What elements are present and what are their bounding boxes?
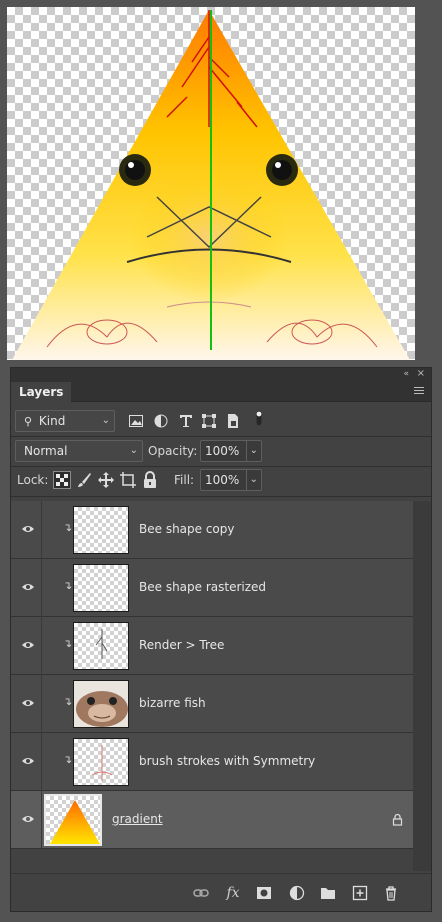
panel-tab-row: Layers (11, 382, 431, 402)
layer-row[interactable]: ↴ Render > Tree (11, 617, 413, 675)
clipping-arrow-icon: ↴ (63, 637, 73, 650)
clipping-arrow-icon: ↴ (63, 695, 73, 708)
eye-icon[interactable] (21, 640, 35, 650)
opacity-value: 100% (205, 444, 240, 458)
new-layer-icon[interactable] (352, 885, 368, 901)
blend-mode-value: Normal (24, 444, 68, 458)
canvas-artwork (12, 10, 410, 360)
clipping-arrow-icon: ↴ (63, 579, 73, 592)
layers-footer: fx (11, 873, 431, 911)
blend-mode-select[interactable]: Normal ⌄ (15, 440, 143, 462)
layer-name[interactable]: Render > Tree (139, 638, 224, 652)
eye-icon[interactable] (21, 756, 35, 766)
clipping-arrow-icon: ↴ (63, 753, 73, 766)
document-canvas[interactable] (7, 7, 415, 360)
collapse-panel-icon[interactable]: « (403, 369, 409, 379)
new-group-icon[interactable] (320, 885, 336, 901)
lock-artboard-icon[interactable] (119, 471, 137, 489)
divider (11, 466, 431, 467)
lock-position-icon[interactable] (97, 471, 115, 489)
fill-label: Fill: (174, 473, 195, 487)
eye-icon[interactable] (21, 814, 35, 824)
eye-icon[interactable] (21, 524, 35, 534)
layer-row[interactable]: ↴ Bee shape rasterized (11, 559, 413, 617)
eye-icon[interactable] (21, 698, 35, 708)
divider (11, 436, 431, 437)
adjustment-layer-icon[interactable] (289, 885, 305, 901)
layer-row[interactable]: ↴ Bee shape copy (11, 501, 413, 559)
layer-name[interactable]: bizarre fish (139, 696, 206, 710)
fill-value: 100% (205, 473, 240, 487)
kind-filter-label: Kind (38, 414, 66, 428)
kind-filter-select[interactable]: ⚲ Kind ⌄ (15, 410, 115, 432)
chevron-down-icon: ⌄ (129, 445, 138, 456)
filter-toggle-icon[interactable] (251, 410, 267, 426)
layer-name[interactable]: brush strokes with Symmetry (139, 754, 315, 768)
layer-name[interactable]: Bee shape copy (139, 522, 235, 536)
fx-icon[interactable]: fx (225, 885, 241, 901)
layer-thumbnail[interactable] (73, 680, 129, 728)
adjustment-filter-icon[interactable] (153, 413, 169, 429)
layer-row[interactable]: ↴ brush strokes with Symmetry (11, 733, 413, 791)
add-mask-icon[interactable] (256, 885, 272, 901)
layers-panel: « × Layers ⚲ Kind ⌄ Normal ⌄ Opacity: 10… (10, 367, 432, 912)
tab-layers[interactable]: Layers (11, 382, 72, 402)
fill-field[interactable]: 100% ⌄ (200, 469, 262, 491)
opacity-label: Opacity: (148, 444, 198, 458)
lock-label: Lock: (17, 473, 49, 487)
chevron-down-icon: ⌄ (101, 415, 110, 426)
opacity-field[interactable]: 100% ⌄ (200, 440, 262, 462)
shape-filter-icon[interactable] (201, 413, 217, 429)
layer-name[interactable]: gradient (112, 812, 163, 826)
link-layers-icon[interactable] (193, 885, 209, 901)
lock-row: Lock: Fill: 100% ⌄ (11, 469, 431, 493)
divider (11, 496, 431, 497)
layer-thumbnail[interactable] (73, 564, 129, 612)
lock-all-icon[interactable] (141, 471, 159, 489)
layer-locked-icon (392, 813, 403, 826)
eye-icon[interactable] (21, 582, 35, 592)
image-filter-icon[interactable] (128, 413, 144, 429)
layer-thumbnail[interactable] (73, 622, 129, 670)
search-icon: ⚲ (24, 415, 33, 428)
close-panel-icon[interactable]: × (417, 368, 425, 379)
layer-row-selected[interactable]: gradient (11, 791, 413, 849)
chevron-down-icon[interactable]: ⌄ (245, 470, 258, 490)
chevron-down-icon[interactable]: ⌄ (245, 441, 258, 461)
panel-title-bar: « × (11, 368, 431, 382)
smart-object-filter-icon[interactable] (225, 413, 241, 429)
panel-menu-icon[interactable] (414, 387, 424, 397)
layers-scrollbar[interactable] (413, 501, 431, 871)
clipping-arrow-icon: ↴ (63, 521, 73, 534)
layer-row[interactable]: ↴ bizarre fish (11, 675, 413, 733)
layer-thumbnail[interactable] (44, 794, 102, 846)
layers-list: ↴ Bee shape copy ↴ Bee shape rasterized … (11, 501, 431, 871)
layer-thumbnail[interactable] (73, 506, 129, 554)
filter-row: ⚲ Kind ⌄ (11, 410, 431, 434)
lock-transparent-pixels-icon[interactable] (53, 471, 71, 489)
type-filter-icon[interactable] (178, 413, 194, 429)
delete-layer-icon[interactable] (383, 885, 399, 901)
blend-row: Normal ⌄ Opacity: 100% ⌄ (11, 440, 431, 464)
document-canvas-area (0, 0, 442, 365)
layer-name[interactable]: Bee shape rasterized (139, 580, 266, 594)
layer-thumbnail[interactable] (73, 738, 129, 786)
lock-image-pixels-icon[interactable] (75, 471, 93, 489)
